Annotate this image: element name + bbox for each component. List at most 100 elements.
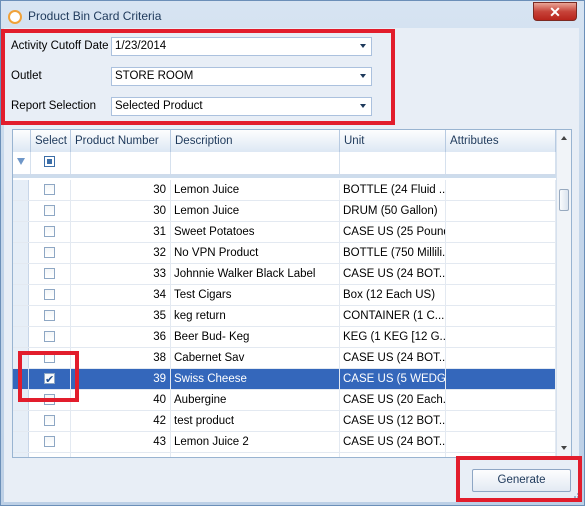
select-cell[interactable] bbox=[31, 327, 71, 347]
filter-cell-product-number[interactable] bbox=[71, 152, 171, 174]
table-row[interactable]: 39Swiss CheeseCASE US (5 WEDG... bbox=[13, 369, 556, 390]
table-row[interactable]: 35 keg return CONTAINER (1 C... bbox=[13, 306, 556, 327]
select-cell[interactable] bbox=[31, 306, 71, 326]
description-cell: Test Cigars bbox=[171, 285, 340, 305]
product-number-cell: 39 bbox=[71, 369, 171, 389]
table-row[interactable]: 32 No VPN Product BOTTLE (750 Millili... bbox=[13, 243, 556, 264]
select-cell[interactable] bbox=[31, 243, 71, 263]
row-indicator[interactable] bbox=[13, 432, 29, 452]
attributes-cell bbox=[446, 411, 556, 431]
table-row[interactable]: 42 test product CASE US (12 BOT... bbox=[13, 411, 556, 432]
description-cell: Johnnie Walker Black Label bbox=[171, 264, 340, 284]
table-row[interactable]: 36 Beer Bud- Keg KEG (1 KEG [12 G... bbox=[13, 327, 556, 348]
column-header-description[interactable]: Description bbox=[171, 130, 340, 152]
table-row[interactable]: 31 Sweet Potatoes CASE US (25 Pound) bbox=[13, 222, 556, 243]
unit-cell: CASE US (24 BOT... bbox=[340, 264, 446, 284]
scroll-up-arrow-icon[interactable] bbox=[561, 136, 567, 140]
attributes-cell bbox=[446, 285, 556, 305]
row-indicator[interactable] bbox=[13, 306, 29, 326]
row-indicator[interactable] bbox=[13, 327, 29, 347]
description-cell: Sweet Potatoes bbox=[171, 222, 340, 242]
attributes-cell bbox=[446, 390, 556, 410]
filter-cell bbox=[13, 152, 31, 174]
select-cell[interactable] bbox=[31, 411, 71, 431]
table-row[interactable]: 34 Test Cigars Box (12 Each US) bbox=[13, 285, 556, 306]
unit-cell: CASE US (24 BOT... bbox=[340, 432, 446, 452]
unit-cell: CASE US (25 Pound) bbox=[340, 222, 446, 242]
select-checkbox[interactable] bbox=[44, 205, 55, 216]
description-cell bbox=[171, 453, 340, 457]
filter-row bbox=[13, 152, 556, 175]
filter-cell-description[interactable] bbox=[171, 152, 340, 174]
select-checkbox[interactable] bbox=[44, 415, 55, 426]
column-header-attributes[interactable]: Attributes bbox=[446, 130, 556, 152]
table-row[interactable]: 38 Cabernet Sav CASE US (24 BOT... bbox=[13, 348, 556, 369]
attributes-cell bbox=[446, 348, 556, 368]
product-number-cell: 31 bbox=[71, 222, 171, 242]
product-number-cell: 33 bbox=[71, 264, 171, 284]
description-cell: Beer Bud- Keg bbox=[171, 327, 340, 347]
close-button[interactable]: ✕ bbox=[533, 2, 577, 21]
select-cell[interactable] bbox=[31, 285, 71, 305]
select-checkbox[interactable] bbox=[44, 289, 55, 300]
table-row[interactable]: 40 Aubergine CASE US (20 Each... bbox=[13, 390, 556, 411]
table-row[interactable]: 33 Johnnie Walker Black Label CASE US (24 … bbox=[13, 264, 556, 285]
select-checkbox[interactable] bbox=[44, 331, 55, 342]
select-checkbox[interactable] bbox=[44, 184, 55, 195]
select-checkbox[interactable] bbox=[44, 226, 55, 237]
column-header-select[interactable]: Select bbox=[31, 130, 71, 152]
row-indicator[interactable] bbox=[13, 453, 29, 457]
unit-cell: CASE US (20 Each... bbox=[340, 390, 446, 410]
select-checkbox[interactable] bbox=[44, 436, 55, 447]
row-indicator[interactable] bbox=[13, 222, 29, 242]
unit-cell: CASE US (24 BOT... bbox=[340, 348, 446, 368]
row-indicator-header bbox=[13, 130, 31, 152]
unit-cell: CASE US (12 BOT... bbox=[340, 411, 446, 431]
description-cell: keg return bbox=[171, 306, 340, 326]
window-title: Product Bin Card Criteria bbox=[28, 9, 162, 23]
grid-header: Select Product Number Description Unit A… bbox=[13, 130, 556, 153]
select-all-checkbox[interactable] bbox=[44, 156, 55, 167]
scroll-down-arrow-icon[interactable] bbox=[561, 446, 567, 450]
filter-cell-unit[interactable] bbox=[340, 152, 446, 174]
select-cell[interactable] bbox=[31, 222, 71, 242]
scrollbar-thumb[interactable] bbox=[559, 189, 569, 211]
attributes-cell bbox=[446, 222, 556, 242]
unit-cell: Box (12 Each US) bbox=[340, 285, 446, 305]
row-indicator[interactable] bbox=[13, 180, 29, 200]
title-bar: Product Bin Card Criteria ✕ bbox=[1, 1, 584, 29]
filter-cell-attributes[interactable] bbox=[446, 152, 556, 174]
description-cell: Lemon Juice bbox=[171, 201, 340, 221]
select-cell[interactable] bbox=[31, 264, 71, 284]
description-cell: No VPN Product bbox=[171, 243, 340, 263]
row-indicator[interactable] bbox=[13, 201, 29, 221]
vertical-scrollbar[interactable] bbox=[556, 130, 571, 457]
select-cell[interactable] bbox=[31, 201, 71, 221]
unit-cell bbox=[340, 453, 446, 457]
attributes-cell bbox=[446, 369, 556, 389]
annotation-highlight-checkbox bbox=[18, 351, 79, 402]
select-cell[interactable] bbox=[31, 453, 71, 457]
description-cell: test product bbox=[171, 411, 340, 431]
column-header-unit[interactable]: Unit bbox=[340, 130, 446, 152]
table-row[interactable]: 30 Lemon Juice BOTTLE (24 Fluid ... bbox=[13, 180, 556, 201]
table-row[interactable]: 43 Lemon Juice 2 CASE US (24 BOT... bbox=[13, 432, 556, 453]
product-number-cell: 30 bbox=[71, 180, 171, 200]
product-number-cell: 40 bbox=[71, 390, 171, 410]
row-indicator[interactable] bbox=[13, 285, 29, 305]
product-number-cell: 43 bbox=[71, 432, 171, 452]
row-indicator[interactable] bbox=[13, 411, 29, 431]
select-checkbox[interactable] bbox=[44, 268, 55, 279]
select-cell[interactable] bbox=[31, 180, 71, 200]
table-row[interactable]: 30 Lemon Juice DRUM (50 Gallon) bbox=[13, 201, 556, 222]
column-header-product-number[interactable]: Product Number bbox=[71, 130, 171, 152]
product-grid[interactable]: Select Product Number Description Unit A… bbox=[12, 129, 572, 458]
select-checkbox[interactable] bbox=[44, 310, 55, 321]
filter-icon[interactable] bbox=[17, 158, 25, 165]
product-number-cell: 36 bbox=[71, 327, 171, 347]
row-indicator[interactable] bbox=[13, 243, 29, 263]
attributes-cell bbox=[446, 264, 556, 284]
select-cell[interactable] bbox=[31, 432, 71, 452]
row-indicator[interactable] bbox=[13, 264, 29, 284]
select-checkbox[interactable] bbox=[44, 247, 55, 258]
